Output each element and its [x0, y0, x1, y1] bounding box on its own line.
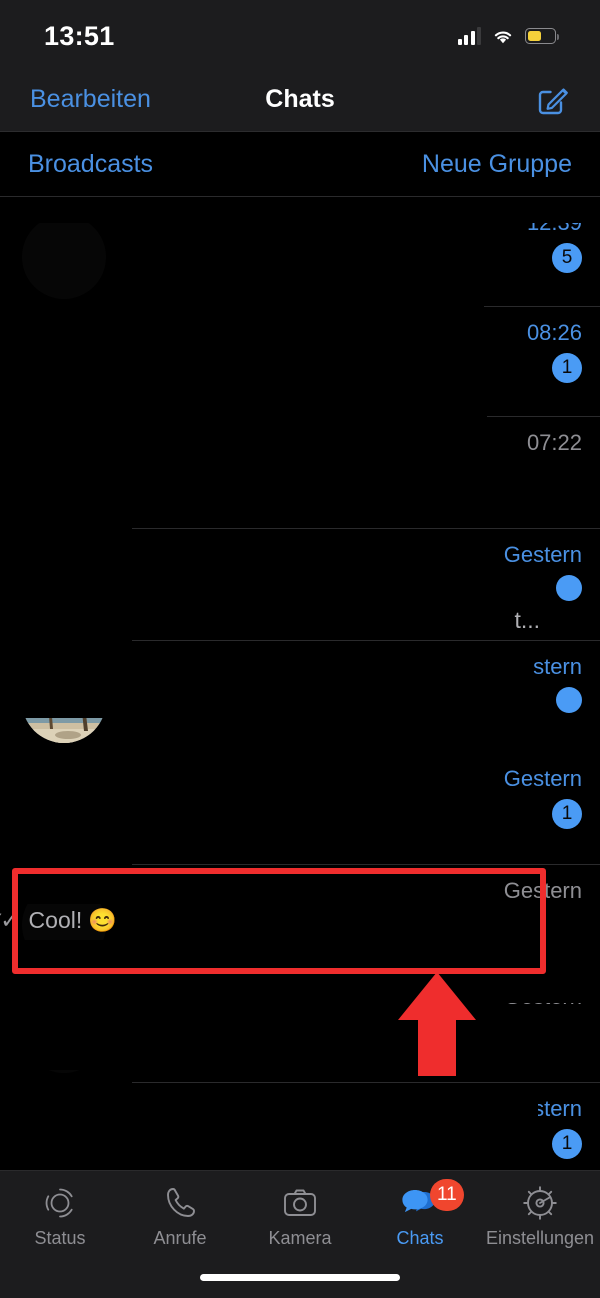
- smiley-emoji: 😊: [88, 907, 117, 934]
- tab-bar: Status Anrufe Kamera 11 Chats Einstellun…: [0, 1170, 600, 1298]
- status-rings-icon: [40, 1183, 80, 1223]
- redaction-block: [22, 940, 482, 968]
- redaction-block: [58, 1090, 538, 1176]
- phone-icon: [160, 1183, 200, 1223]
- redaction-block: [0, 308, 132, 718]
- compose-icon[interactable]: [536, 83, 570, 117]
- chat-timestamp: Gestern: [503, 542, 582, 567]
- tab-status[interactable]: Status: [0, 1183, 120, 1249]
- chat-timestamp: stern: [533, 654, 582, 679]
- signal-bars-icon: [457, 27, 481, 45]
- status-bar-indicators: [457, 27, 559, 45]
- unread-dot-badge: [556, 575, 582, 602]
- new-group-button[interactable]: Neue Gruppe: [422, 150, 572, 179]
- tab-settings[interactable]: Einstellungen: [480, 1183, 600, 1249]
- section-bar: Broadcasts Neue Gruppe: [0, 133, 600, 197]
- redaction-block: [0, 197, 600, 223]
- chat-preview-row: ✓✓ Cool! 😊: [0, 907, 582, 934]
- avatar: [22, 215, 106, 299]
- redaction-block: [0, 978, 132, 1070]
- redaction-block: [132, 545, 490, 640]
- chat-timestamp: Gestern: [503, 878, 582, 903]
- tab-chats[interactable]: 11 Chats: [360, 1179, 480, 1249]
- tab-label: Chats: [396, 1228, 444, 1248]
- redaction-block: [132, 655, 500, 699]
- redaction-block: [132, 985, 394, 1070]
- unread-dot-badge: [556, 687, 582, 714]
- broadcasts-button[interactable]: Broadcasts: [28, 150, 153, 179]
- redaction-block: [480, 985, 600, 1003]
- up-arrow-annotation: [398, 972, 476, 1076]
- tab-label: Anrufe: [153, 1228, 207, 1248]
- unread-badge: 5: [552, 243, 582, 274]
- whatsapp-chats-screen: 13:51 Bearbeiten Chats Broadcasts Neue G…: [0, 0, 600, 1298]
- redaction-block: [132, 714, 600, 764]
- redaction-block: [132, 770, 490, 864]
- edit-button[interactable]: Bearbeiten: [30, 85, 151, 114]
- chat-preview-text: Cool!: [28, 907, 83, 934]
- status-bar-clock: 13:51: [44, 20, 115, 51]
- redaction-block: [132, 432, 502, 522]
- delivered-checkmarks-icon: ✓✓: [0, 907, 19, 934]
- redaction-block: [132, 322, 487, 417]
- gear-icon: [520, 1183, 560, 1223]
- unread-badge: 1: [552, 1129, 582, 1160]
- unread-badge: 1: [552, 799, 582, 830]
- chat-timestamp: 07:22: [526, 430, 582, 455]
- tab-label: Kamera: [268, 1228, 332, 1248]
- tab-label: Einstellungen: [485, 1228, 595, 1248]
- tab-calls[interactable]: Anrufe: [120, 1183, 240, 1249]
- redaction-block: [132, 223, 484, 307]
- navigation-bar: Bearbeiten Chats: [0, 68, 600, 132]
- redaction-block: [0, 764, 132, 872]
- tab-camera[interactable]: Kamera: [240, 1183, 360, 1249]
- status-bar: 13:51: [0, 0, 600, 68]
- unread-badge: 1: [552, 353, 582, 384]
- home-indicator[interactable]: [200, 1274, 400, 1281]
- battery-icon: [525, 28, 559, 44]
- chat-timestamp: 08:26: [526, 320, 582, 345]
- redaction-block: [0, 1090, 60, 1175]
- wifi-icon: [492, 28, 514, 45]
- redaction-block: [22, 876, 482, 904]
- tab-label: Status: [34, 1228, 86, 1248]
- camera-icon: [280, 1183, 320, 1223]
- chat-timestamp: stern: [533, 1096, 582, 1121]
- chat-timestamp: Gestern: [503, 766, 582, 791]
- chats-unread-badge: 11: [430, 1179, 464, 1211]
